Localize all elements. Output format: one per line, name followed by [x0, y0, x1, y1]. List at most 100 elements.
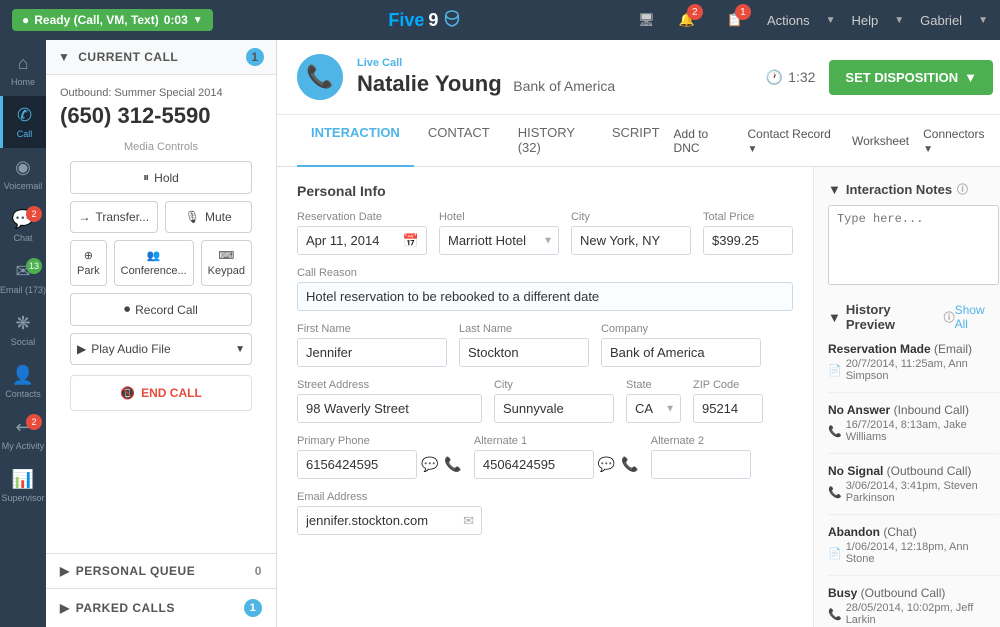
form-group-city2: City [494, 379, 614, 423]
content-area: Personal Info Reservation Date 📅 Hotel [277, 167, 1000, 627]
sidebar-item-label: Home [11, 77, 35, 87]
sidebar-item-call[interactable]: ✆ Call [0, 96, 46, 148]
status-badge[interactable]: ● Ready (Call, VM, Text) 0:03 ▼ [12, 9, 213, 31]
chat-alt1-icon[interactable]: 💬 [598, 456, 615, 473]
current-call-label: ▼ CURRENT CALL [58, 50, 178, 64]
sidebar-item-label: Call [17, 129, 33, 139]
live-call-label: Live Call [357, 57, 615, 69]
hotel-select[interactable]: Marriott Hotel [439, 226, 559, 255]
tabs-bar: INTERACTION CONTACT HISTORY (32) SCRIPT … [277, 115, 1000, 167]
city-input[interactable] [571, 226, 691, 255]
record-call-button[interactable]: ⏺ Record Call [70, 293, 252, 326]
alt1-label: Alternate 1 [474, 435, 639, 447]
transfer-button[interactable]: → Transfer... [70, 201, 158, 233]
tab-interaction[interactable]: INTERACTION [297, 115, 414, 167]
call-reason-label: Call Reason [297, 267, 793, 279]
street-address-input[interactable] [297, 394, 482, 423]
sidebar-item-social[interactable]: ❋ Social [0, 304, 46, 356]
total-price-input[interactable] [703, 226, 793, 255]
sidebar-item-contacts[interactable]: 👤 Contacts [0, 356, 46, 408]
first-name-input[interactable] [297, 338, 447, 367]
keypad-button[interactable]: ⌨ Keypad [201, 240, 252, 286]
sidebar-item-chat[interactable]: 💬 Chat 2 [0, 200, 46, 252]
state-label: State [626, 379, 681, 391]
company-input[interactable] [601, 338, 761, 367]
chat-phone-icon[interactable]: 💬 [421, 456, 438, 473]
status-dot: ● [22, 13, 29, 27]
left-panel: ▼ CURRENT CALL 1 Outbound: Summer Specia… [46, 40, 277, 627]
form-group-first-name: First Name [297, 323, 447, 367]
primary-phone-input[interactable] [297, 450, 417, 479]
connectors-link[interactable]: Connectors ▼ [923, 127, 993, 155]
user-menu[interactable]: Gabriel [920, 13, 962, 28]
call-alt1-icon[interactable]: 📞 [621, 456, 638, 473]
status-timer: 0:03 [164, 13, 188, 27]
end-call-button[interactable]: 📵 END CALL [70, 375, 252, 411]
play-audio-button[interactable]: ▶ Play Audio File ▼ [70, 333, 252, 365]
hotel-select-wrapper: Marriott Hotel ▼ [439, 226, 559, 255]
interaction-notes-textarea[interactable] [828, 205, 999, 285]
call-info: Outbound: Summer Special 2014 (650) 312-… [46, 75, 276, 433]
notifications-badge: 2 [687, 4, 703, 20]
email-input[interactable] [297, 506, 482, 535]
add-to-dnc-link[interactable]: Add to DNC [674, 127, 734, 155]
worksheet-link[interactable]: Worksheet [852, 134, 909, 148]
street-address-label: Street Address [297, 379, 482, 391]
call-phone-number: (650) 312-5590 [60, 103, 262, 129]
set-disposition-button[interactable]: SET DISPOSITION ▼ [829, 60, 993, 95]
zip-input[interactable] [693, 394, 763, 423]
sidebar-item-voicemail[interactable]: ◉ Voicemail [0, 148, 46, 200]
contact-record-link[interactable]: Contact Record ▼ [747, 127, 837, 155]
city2-label: City [494, 379, 614, 391]
sidebar-item-label: Chat [13, 233, 32, 243]
tab-history[interactable]: HISTORY (32) [504, 115, 598, 167]
alt1-input[interactable] [474, 450, 594, 479]
current-call-header[interactable]: ▼ CURRENT CALL 1 [46, 40, 276, 75]
monitor-icon-btn[interactable]: 🖥 [638, 12, 655, 28]
email-input-wrapper: ✉ [297, 506, 482, 535]
form-group-primary-phone: Primary Phone 💬 📞 [297, 435, 462, 479]
park-icon: ⊕ [84, 249, 93, 262]
form-group-state: State CA ▼ [626, 379, 681, 423]
sidebar-item-home[interactable]: ⌂ Home [0, 44, 46, 96]
controls-grid: ⏸ Hold → Transfer... 🎙 Mute [60, 161, 262, 365]
tab-contact[interactable]: CONTACT [414, 115, 504, 167]
contacts-icon: 👤 [12, 365, 34, 386]
activity-badge: 2 [26, 414, 42, 430]
call-reason-input[interactable] [297, 282, 793, 311]
park-button[interactable]: ⊕ Park [70, 240, 107, 286]
conference-button[interactable]: 👥 Conference... [114, 240, 194, 286]
home-icon: ⌂ [18, 53, 29, 74]
email-badge: 13 [26, 258, 42, 274]
caller-name: Natalie Young [357, 71, 502, 96]
hold-button[interactable]: ⏸ Hold [70, 161, 252, 194]
personal-info-title: Personal Info [297, 183, 793, 199]
city2-input[interactable] [494, 394, 614, 423]
chevron-down-icon-user: ▼ [978, 15, 988, 26]
notifications-btn[interactable]: 🔔 2 [679, 12, 695, 28]
state-select[interactable]: CA [626, 394, 681, 423]
primary-phone-row: 💬 📞 [297, 450, 462, 479]
mute-button[interactable]: 🎙 Mute [165, 201, 253, 233]
sidebar-item-my-activity[interactable]: ↩ My Activity 2 [0, 408, 46, 460]
help-menu[interactable]: Help [852, 13, 879, 28]
call-phone-icon[interactable]: 📞 [444, 456, 461, 473]
tab-script[interactable]: SCRIPT [598, 115, 674, 167]
alerts-btn[interactable]: 📋 1 [727, 12, 743, 28]
form-row-4: Street Address City State CA ▼ [297, 379, 793, 423]
form-row-6: Email Address ✉ [297, 491, 793, 535]
interaction-notes: ▼ Interaction Notes ⓘ [828, 181, 999, 288]
info-icon: ⓘ [957, 181, 968, 197]
city-label: City [571, 211, 691, 223]
show-all-link[interactable]: Show All [955, 303, 999, 331]
keypad-icon: ⌨ [218, 249, 234, 262]
alt1-phone-row: 💬 📞 [474, 450, 639, 479]
parked-calls-header[interactable]: ▶ PARKED CALLS 1 [46, 588, 276, 627]
sidebar-item-supervisor[interactable]: 📊 Supervisor [0, 460, 46, 512]
actions-menu[interactable]: Actions [767, 13, 810, 28]
personal-queue-header[interactable]: ▶ PERSONAL QUEUE 0 [46, 553, 276, 588]
last-name-input[interactable] [459, 338, 589, 367]
sidebar-item-label: Contacts [5, 389, 41, 399]
sidebar-item-email[interactable]: ✉ Email (173) 13 [0, 252, 46, 304]
alt2-input[interactable] [651, 450, 751, 479]
